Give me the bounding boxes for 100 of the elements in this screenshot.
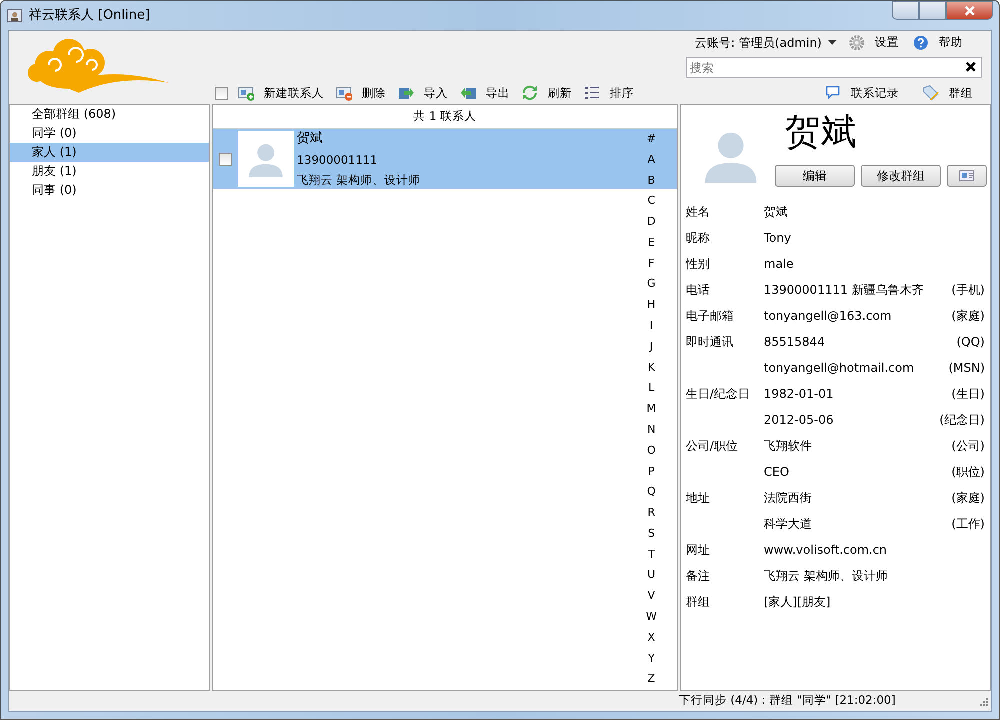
contact-add-icon: [238, 85, 254, 102]
field-value: CEO: [764, 464, 790, 481]
field-value: 85515844: [764, 334, 826, 351]
index-letter[interactable]: G: [646, 276, 657, 293]
toolbar-button[interactable]: 群组: [923, 84, 981, 102]
toolbar-button[interactable]: 刷新: [522, 84, 580, 102]
index-letter[interactable]: H: [646, 297, 657, 314]
index-letter[interactable]: A: [646, 152, 657, 168]
contact-card-icon: [959, 170, 975, 182]
index-letter[interactable]: X: [646, 630, 657, 646]
index-letter[interactable]: M: [646, 401, 657, 418]
contact-name: 贺斌: [785, 111, 857, 155]
index-letter[interactable]: E: [646, 234, 657, 252]
field-label: 电子邮箱: [686, 308, 735, 325]
index-letter[interactable]: F: [646, 256, 657, 272]
field-value: 科学大道: [764, 516, 813, 533]
field-type: (生日): [952, 386, 985, 403]
contact-remove-icon: [336, 85, 352, 102]
field-value: 飞翔云 架构师、设计师: [764, 568, 889, 585]
index-letter[interactable]: L: [646, 380, 657, 397]
field-label: 生日/纪念日: [686, 386, 752, 403]
field-value: Tony: [764, 230, 792, 247]
group-item[interactable]: 朋友 (1): [10, 162, 210, 181]
field-type: (公司): [952, 438, 985, 455]
field-type: (MSN): [948, 360, 985, 377]
contact-note: 飞翔云 架构师、设计师: [297, 172, 421, 189]
field-label: 电话: [686, 282, 711, 299]
field-value: 2012-05-06: [764, 412, 835, 429]
resize-grip-icon[interactable]: [978, 696, 988, 706]
action-button[interactable]: 修改群组: [861, 165, 941, 187]
index-letter[interactable]: Z: [646, 671, 657, 688]
avatar-placeholder: [238, 131, 294, 187]
index-letter[interactable]: B: [646, 172, 657, 190]
action-button[interactable]: 编辑: [775, 165, 855, 187]
speech-bubble-icon: [825, 85, 841, 102]
index-letter[interactable]: N: [646, 422, 657, 438]
index-letter[interactable]: Y: [646, 650, 657, 668]
sort-icon: [584, 85, 600, 102]
field-label: 姓名: [686, 204, 711, 221]
index-letter[interactable]: Q: [646, 484, 657, 501]
index-letter[interactable]: S: [646, 526, 657, 542]
field-type: (家庭): [952, 308, 985, 325]
field-value: 贺斌: [764, 204, 789, 221]
status-text: 下行同步 (4/4) : 群组 "同学" [21:02:00]: [679, 692, 896, 710]
index-letter[interactable]: #: [646, 131, 657, 148]
index-letter[interactable]: C: [646, 193, 657, 210]
field-type: (纪念日): [940, 412, 985, 429]
field-value: www.volisoft.com.cn: [764, 542, 888, 559]
index-letter[interactable]: R: [646, 505, 657, 522]
index-letter[interactable]: J: [646, 338, 657, 356]
index-letter[interactable]: T: [646, 546, 657, 564]
export-icon: [460, 85, 476, 102]
field-label: 即时通讯: [686, 334, 735, 351]
group-item[interactable]: 全部群组 (608): [10, 105, 210, 124]
index-letter[interactable]: P: [646, 464, 657, 480]
toolbar-button[interactable]: 删除: [336, 84, 394, 102]
field-label: 地址: [686, 490, 711, 507]
toolbar-button[interactable]: 新建联系人: [238, 84, 332, 102]
close-icon: [964, 6, 976, 16]
maximize-button[interactable]: [919, 1, 946, 20]
index-letter[interactable]: W: [646, 608, 657, 626]
group-item[interactable]: 同学 (0): [10, 124, 210, 143]
field-value: tonyangell@163.com: [764, 308, 893, 325]
account-dropdown[interactable]: 云账号: 管理员(admin): [695, 34, 822, 52]
toolbar-button[interactable]: 导入: [398, 84, 456, 102]
field-value: 13900001111 新疆乌鲁木齐: [764, 282, 925, 299]
index-letter[interactable]: U: [646, 567, 657, 584]
settings-icon: [849, 35, 865, 51]
field-type: (手机): [952, 282, 985, 299]
minimize-button[interactable]: [892, 1, 919, 20]
help-button[interactable]: 帮助: [913, 34, 971, 52]
group-item[interactable]: 同事 (0): [10, 181, 210, 200]
index-letter[interactable]: I: [646, 318, 657, 335]
index-letter[interactable]: V: [646, 588, 657, 605]
field-label: 群组: [686, 594, 711, 611]
contact-checkbox[interactable]: [219, 152, 232, 166]
import-icon: [398, 85, 414, 102]
field-label: 备注: [686, 568, 711, 585]
select-all-checkbox[interactable]: [215, 86, 228, 100]
toolbar-button[interactable]: 排序: [584, 84, 642, 102]
close-button[interactable]: [946, 1, 993, 20]
field-type: (职位): [952, 464, 985, 481]
field-label: 公司/职位: [686, 438, 740, 455]
field-value: tonyangell@hotmail.com: [764, 360, 916, 377]
app-icon: [7, 8, 23, 24]
index-letter[interactable]: K: [646, 360, 657, 376]
index-letter[interactable]: O: [646, 442, 657, 460]
toolbar-button[interactable]: 联系记录: [825, 84, 907, 102]
field-value: 法院西街: [764, 490, 813, 507]
field-value: 飞翔软件: [764, 438, 813, 455]
field-type: (QQ): [956, 334, 985, 351]
settings-button[interactable]: 设置: [849, 34, 907, 52]
group-item[interactable]: 家人 (1): [10, 143, 210, 162]
tag-pencil-icon: [923, 85, 939, 102]
toolbar-button[interactable]: 导出: [460, 84, 518, 102]
search-field[interactable]: 搜索: [686, 57, 982, 78]
index-letter[interactable]: D: [646, 214, 657, 231]
contact-card-button[interactable]: [947, 165, 987, 187]
clear-icon[interactable]: [966, 62, 976, 72]
help-icon: [913, 35, 929, 51]
